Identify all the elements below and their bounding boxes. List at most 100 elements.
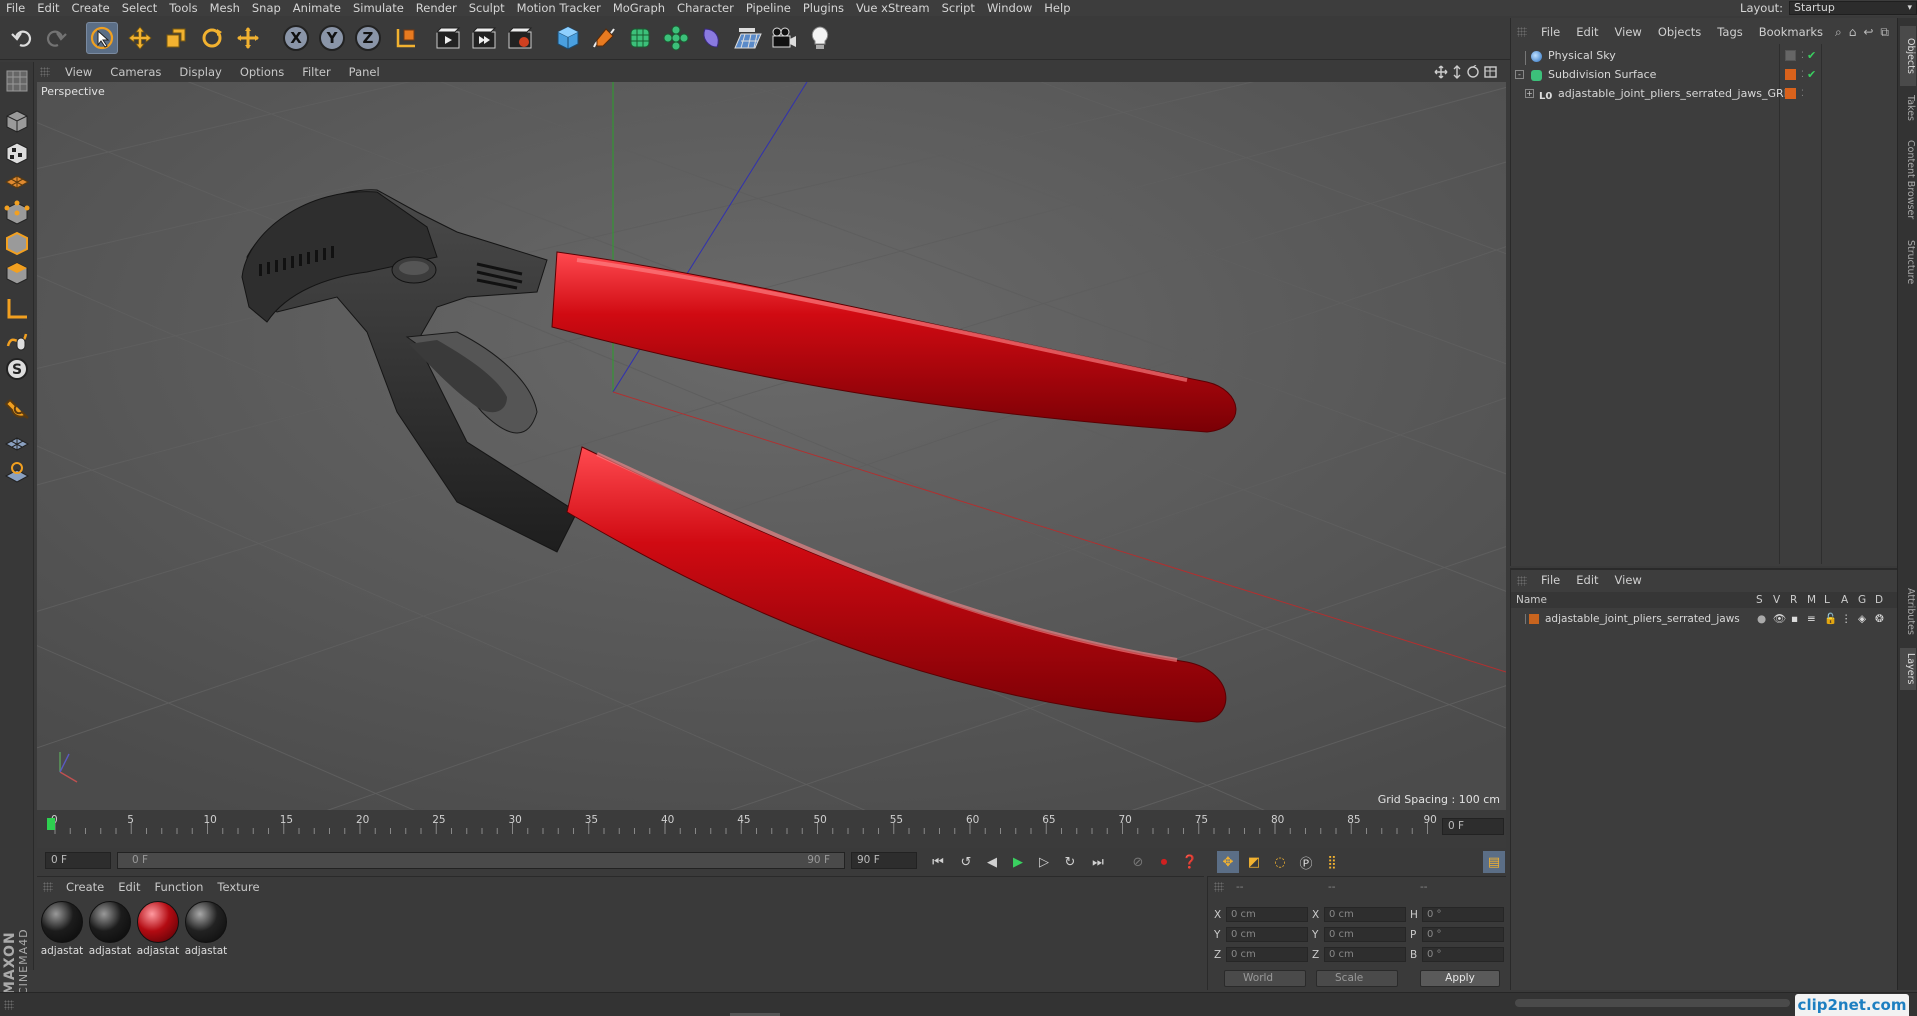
animation-icon[interactable]: ⋮ (1841, 610, 1852, 628)
camera-icon[interactable] (768, 22, 800, 54)
menu-simulate[interactable]: Simulate (347, 0, 410, 16)
menu-animate[interactable]: Animate (287, 0, 347, 16)
col-locked[interactable]: L (1824, 592, 1830, 608)
z-axis-lock[interactable]: Z (352, 22, 384, 54)
material-swatch[interactable]: adjastat (135, 901, 181, 957)
key-pla-icon[interactable]: ⣿ (1321, 851, 1343, 873)
menu-snap[interactable]: Snap (246, 0, 287, 16)
viewport-menu-filter[interactable]: Filter (293, 65, 339, 79)
axis-mode-icon[interactable] (2, 294, 32, 324)
material-menu-function[interactable]: Function (148, 880, 211, 894)
prev-key-icon[interactable]: ↺ (955, 851, 977, 873)
next-key-icon[interactable]: ↻ (1059, 851, 1081, 873)
view-eye-icon[interactable]: 👁 (1773, 610, 1786, 628)
layout-dropdown[interactable]: Startup (1789, 1, 1917, 15)
goto-end-icon[interactable]: ⏭ (1087, 851, 1109, 873)
key-scale-icon[interactable]: ◩ (1243, 851, 1265, 873)
timeline-ruler[interactable]: 051015202530354045505560657075808590 0 F (37, 810, 1506, 848)
move-icon[interactable] (124, 22, 156, 54)
objects-menu-file[interactable]: File (1533, 25, 1568, 39)
polygons-mode-icon[interactable] (2, 258, 32, 288)
panel-grip-icon[interactable] (1214, 882, 1224, 892)
pos-x-field[interactable]: 0 cm (1226, 907, 1308, 922)
cube-primitive-icon[interactable] (552, 22, 584, 54)
menu-mesh[interactable]: Mesh (204, 0, 246, 16)
tab-takes[interactable]: Takes (1900, 90, 1916, 126)
horizontal-scrollbar[interactable] (1515, 999, 1790, 1007)
select-live-icon[interactable] (86, 22, 118, 54)
playhead-marker[interactable] (47, 818, 55, 830)
menu-tools[interactable]: Tools (163, 0, 203, 16)
col-animation[interactable]: A (1841, 592, 1848, 608)
material-swatch[interactable]: adjastat (39, 901, 85, 957)
end-frame-field[interactable]: 90 F (851, 852, 917, 869)
tab-objects[interactable]: Objects (1900, 26, 1916, 86)
tab-structure[interactable]: Structure (1900, 234, 1916, 290)
snapping-icon[interactable]: S (2, 354, 32, 384)
search-icon[interactable]: ⌕ (1835, 25, 1842, 40)
viewport-menu-options[interactable]: Options (231, 65, 293, 79)
texture-mode-icon[interactable] (2, 138, 32, 168)
layers-menu-file[interactable]: File (1533, 573, 1568, 587)
layer-row[interactable]: adjastable_joint_pliers_serrated_jaws ● … (1511, 610, 1898, 628)
render-icon[interactable]: ▪ (1791, 610, 1798, 628)
tag-icon[interactable] (1785, 50, 1796, 61)
menu-pipeline[interactable]: Pipeline (740, 0, 797, 16)
tab-layers[interactable]: Layers (1900, 648, 1916, 690)
col-solo[interactable]: S (1756, 592, 1763, 608)
visibility-dots-icon[interactable]: ⁚ (1801, 85, 1804, 103)
workplane-mode-icon[interactable] (2, 166, 32, 196)
material-swatch[interactable]: adjastat (87, 901, 133, 957)
subdivision-generator-icon[interactable] (624, 22, 656, 54)
deformer-toggle-icon[interactable]: ❂ (1875, 610, 1884, 628)
col-deformers[interactable]: D (1875, 592, 1883, 608)
objects-menu-objects[interactable]: Objects (1650, 25, 1709, 39)
redo-icon[interactable] (40, 22, 72, 54)
menu-select[interactable]: Select (116, 0, 163, 16)
panel-grip-icon[interactable] (4, 1000, 14, 1010)
tab-attributes[interactable]: Attributes (1900, 580, 1916, 642)
col-generators[interactable]: G (1858, 592, 1866, 608)
play-icon[interactable]: ▶ (1007, 851, 1029, 873)
menu-window[interactable]: Window (981, 0, 1038, 16)
render-picture-viewer-icon[interactable] (468, 22, 500, 54)
model-mode-icon[interactable] (2, 106, 32, 136)
mograph-cloner-icon[interactable] (660, 22, 692, 54)
menu-character[interactable]: Character (671, 0, 740, 16)
layer-color-icon[interactable] (1785, 69, 1796, 80)
apply-button[interactable]: Apply (1420, 970, 1500, 987)
material-menu-create[interactable]: Create (59, 880, 111, 894)
object-row-pliers-group[interactable]: + L0 adjastable_joint_pliers_serrated_ja… (1511, 85, 1898, 103)
scale-dropdown[interactable]: Scale (1316, 970, 1398, 987)
key-position-icon[interactable]: ✥ (1217, 851, 1239, 873)
viewport-menu-display[interactable]: Display (170, 65, 230, 79)
record-keys-icon[interactable]: ⊘ (1127, 851, 1149, 873)
viewport-menu-panel[interactable]: Panel (340, 65, 389, 79)
points-mode-icon[interactable] (2, 198, 32, 228)
layers-menu-edit[interactable]: Edit (1568, 573, 1606, 587)
menu-file[interactable]: File (0, 0, 31, 16)
render-view-icon[interactable] (432, 22, 464, 54)
viewport-nav-icons[interactable] (1434, 65, 1498, 79)
menu-mograph[interactable]: MoGraph (607, 0, 671, 16)
panel-grip-icon[interactable] (40, 67, 50, 77)
rotate-icon[interactable] (196, 22, 228, 54)
lock-workplane-icon[interactable] (2, 428, 32, 458)
viewport-menu-view[interactable]: View (56, 65, 101, 79)
enabled-check-icon[interactable]: ✔ (1807, 47, 1816, 65)
enabled-check-icon[interactable]: ✔ (1807, 66, 1816, 84)
col-render[interactable]: R (1790, 592, 1797, 608)
back-icon[interactable]: ↩ (1863, 25, 1873, 40)
menu-vue-xstream[interactable]: Vue xStream (850, 0, 936, 16)
viewport-menu-cameras[interactable]: Cameras (101, 65, 170, 79)
menu-edit[interactable]: Edit (31, 0, 65, 16)
collapse-icon[interactable]: - (1515, 70, 1524, 79)
transform-icon[interactable] (232, 22, 264, 54)
menu-script[interactable]: Script (936, 0, 981, 16)
solo-icon[interactable]: ● (1757, 610, 1766, 628)
tab-content-browser[interactable]: Content Browser (1900, 132, 1916, 228)
edges-mode-icon[interactable] (2, 228, 32, 258)
y-axis-lock[interactable]: Y (316, 22, 348, 54)
undo-icon[interactable] (6, 22, 38, 54)
camera-label[interactable]: Perspective (41, 85, 105, 98)
